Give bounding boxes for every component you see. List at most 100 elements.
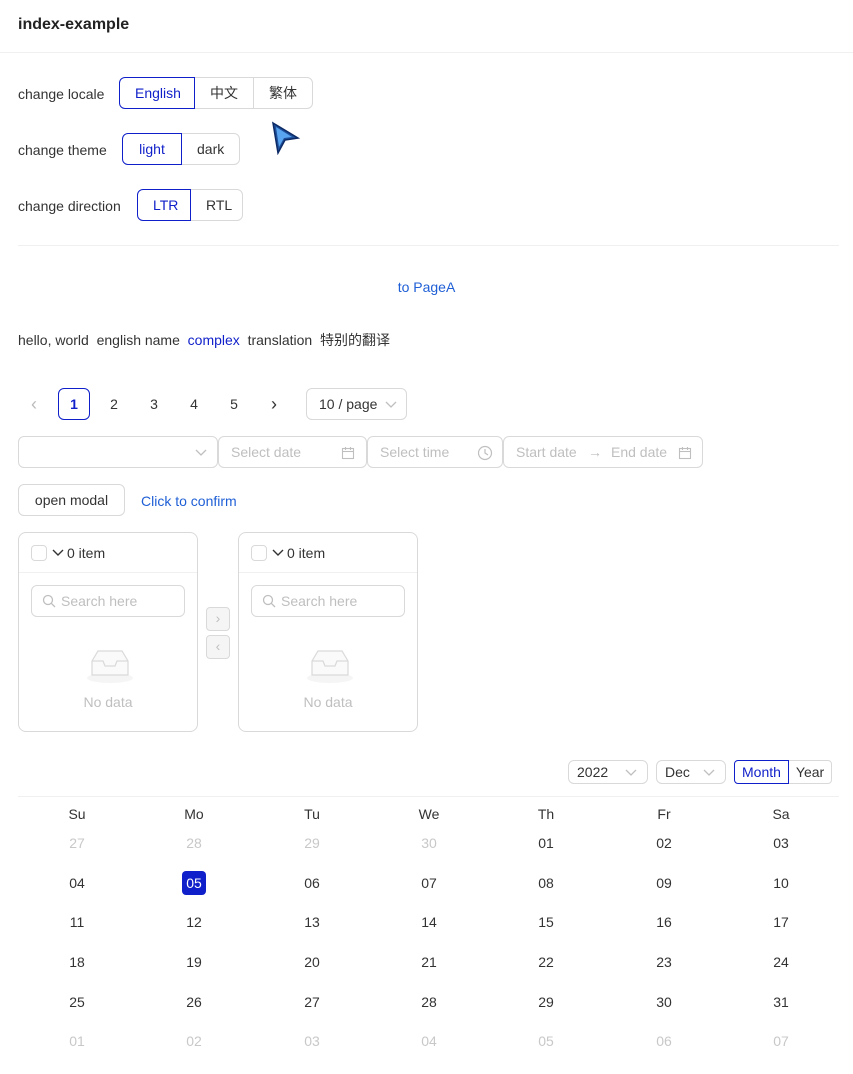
calendar-date-cell[interactable]: 01: [47, 1029, 107, 1053]
calendar-date-value: 12: [186, 914, 202, 930]
theme-switch: light dark: [122, 133, 240, 165]
calendar-date-cell[interactable]: 10: [751, 871, 811, 895]
calendar-date-cell[interactable]: 29: [516, 990, 576, 1014]
locale-traditional-button[interactable]: 繁体: [253, 77, 313, 109]
calendar-date-cell[interactable]: 06: [634, 1029, 694, 1053]
transfer-source-header: 0 item: [19, 533, 197, 573]
transfer-target-checkbox[interactable]: [251, 545, 267, 561]
calendar-date-cell[interactable]: 14: [399, 910, 459, 934]
pagination-page-4[interactable]: 4: [178, 388, 210, 420]
calendar-month-value: Dec: [665, 764, 690, 780]
calendar-date-cell[interactable]: 03: [751, 831, 811, 855]
calendar-date-cell[interactable]: 28: [164, 831, 224, 855]
calendar-date-cell[interactable]: 02: [164, 1029, 224, 1053]
calendar-date-value: 04: [421, 1033, 437, 1049]
page-size-select[interactable]: 10 / page: [306, 388, 407, 420]
calendar-date-cell[interactable]: 27: [282, 990, 342, 1014]
time-picker[interactable]: Select time: [367, 436, 503, 468]
translation-special: 特别的翻译: [319, 332, 390, 348]
calendar-date-cell[interactable]: 09: [634, 871, 694, 895]
calendar-date-cell[interactable]: 23: [634, 950, 694, 974]
locale-label: change locale: [18, 86, 105, 102]
calendar-date-cell[interactable]: 21: [399, 950, 459, 974]
chevron-down-icon[interactable]: [52, 548, 64, 558]
calendar-date-cell[interactable]: 04: [399, 1029, 459, 1053]
calendar-date-cell[interactable]: 29: [282, 831, 342, 855]
transfer-move-left-button[interactable]: ‹: [206, 635, 230, 659]
calendar-date-cell[interactable]: 27: [47, 831, 107, 855]
calendar-date-cell[interactable]: 15: [516, 910, 576, 934]
chevron-down-icon[interactable]: [272, 548, 284, 558]
translation-translation: translation: [247, 332, 313, 348]
calendar-date-cell[interactable]: 16: [634, 910, 694, 934]
date-picker[interactable]: Select date: [218, 436, 367, 468]
calendar-date-value: 05: [538, 1033, 554, 1049]
calendar-date-cell[interactable]: 12: [164, 910, 224, 934]
transfer-target-search-input[interactable]: Search here: [251, 585, 405, 617]
calendar-year-select[interactable]: 2022: [568, 760, 648, 784]
theme-light-button[interactable]: light: [122, 133, 182, 165]
search-icon: [42, 594, 56, 608]
calendar-date-cell[interactable]: 25: [47, 990, 107, 1014]
calendar-date-cell[interactable]: 07: [751, 1029, 811, 1053]
direction-rtl-button[interactable]: RTL: [190, 189, 243, 221]
transfer-move-right-button[interactable]: ›: [206, 607, 230, 631]
calendar-date-value: 06: [304, 875, 320, 891]
pagination-page-3[interactable]: 3: [138, 388, 170, 420]
transfer-source-search-input[interactable]: Search here: [31, 585, 185, 617]
to-page-a-link[interactable]: to PageA: [398, 279, 456, 295]
calendar-date-cell[interactable]: 18: [47, 950, 107, 974]
calendar-divider: [18, 796, 839, 797]
theme-dark-button[interactable]: dark: [181, 133, 240, 165]
pagination-page-1[interactable]: 1: [58, 388, 90, 420]
calendar-weekday-header: We: [418, 806, 440, 822]
calendar-date-cell[interactable]: 30: [399, 831, 459, 855]
calendar-date-cell[interactable]: 20: [282, 950, 342, 974]
calendar-date-cell[interactable]: 06: [282, 871, 342, 895]
calendar-date-cell[interactable]: 24: [751, 950, 811, 974]
calendar-date-cell[interactable]: 05: [516, 1029, 576, 1053]
calendar-month-select[interactable]: Dec: [656, 760, 726, 784]
calendar-date-cell[interactable]: 31: [751, 990, 811, 1014]
calendar-year-mode-button[interactable]: Year: [787, 760, 833, 784]
locale-chinese-button[interactable]: 中文: [194, 77, 254, 109]
calendar-date-cell[interactable]: 30: [634, 990, 694, 1014]
calendar-date-value: 09: [656, 875, 672, 891]
calendar-date-cell[interactable]: 07: [399, 871, 459, 895]
pagination-prev-button[interactable]: ‹: [18, 388, 50, 420]
calendar-date-value: 05: [182, 871, 206, 895]
calendar-date-cell[interactable]: 13: [282, 910, 342, 934]
calendar-weekday-header: Su: [68, 806, 86, 822]
empty-inbox-icon: [307, 650, 353, 683]
range-picker[interactable]: Start date → End date: [503, 436, 703, 468]
calendar-date-cell[interactable]: 08: [516, 871, 576, 895]
transfer-source-empty-text: No data: [83, 694, 133, 710]
calendar-date-cell[interactable]: 04: [47, 871, 107, 895]
empty-select[interactable]: [18, 436, 218, 468]
direction-ltr-button[interactable]: LTR: [137, 189, 191, 221]
range-start-placeholder: Start date: [516, 444, 577, 460]
calendar-date-cell[interactable]: 22: [516, 950, 576, 974]
pagination-next-button[interactable]: ›: [258, 388, 290, 420]
calendar-date-cell[interactable]: 28: [399, 990, 459, 1014]
calendar-date-cell[interactable]: 19: [164, 950, 224, 974]
calendar-date-cell[interactable]: 26: [164, 990, 224, 1014]
pagination-page-5[interactable]: 5: [218, 388, 250, 420]
locale-english-button[interactable]: English: [119, 77, 195, 109]
empty-inbox-icon: [87, 650, 133, 683]
calendar-month-mode-button[interactable]: Month: [734, 760, 789, 784]
calendar-date-cell[interactable]: 03: [282, 1029, 342, 1053]
calendar-date-value: 02: [186, 1033, 202, 1049]
transfer-source-checkbox[interactable]: [31, 545, 47, 561]
calendar-weekday-header: Tu: [304, 806, 320, 822]
calendar-date-cell[interactable]: 02: [634, 831, 694, 855]
pagination-page-2[interactable]: 2: [98, 388, 130, 420]
calendar-date-cell[interactable]: 17: [751, 910, 811, 934]
click-to-confirm-link[interactable]: Click to confirm: [141, 493, 237, 509]
direction-switch: LTR RTL: [137, 189, 243, 221]
transfer-target-empty-text: No data: [303, 694, 353, 710]
calendar-date-cell[interactable]: 01: [516, 831, 576, 855]
open-modal-button[interactable]: open modal: [18, 484, 125, 516]
calendar-date-cell-selected[interactable]: 05: [164, 871, 224, 895]
calendar-date-cell[interactable]: 11: [47, 910, 107, 934]
